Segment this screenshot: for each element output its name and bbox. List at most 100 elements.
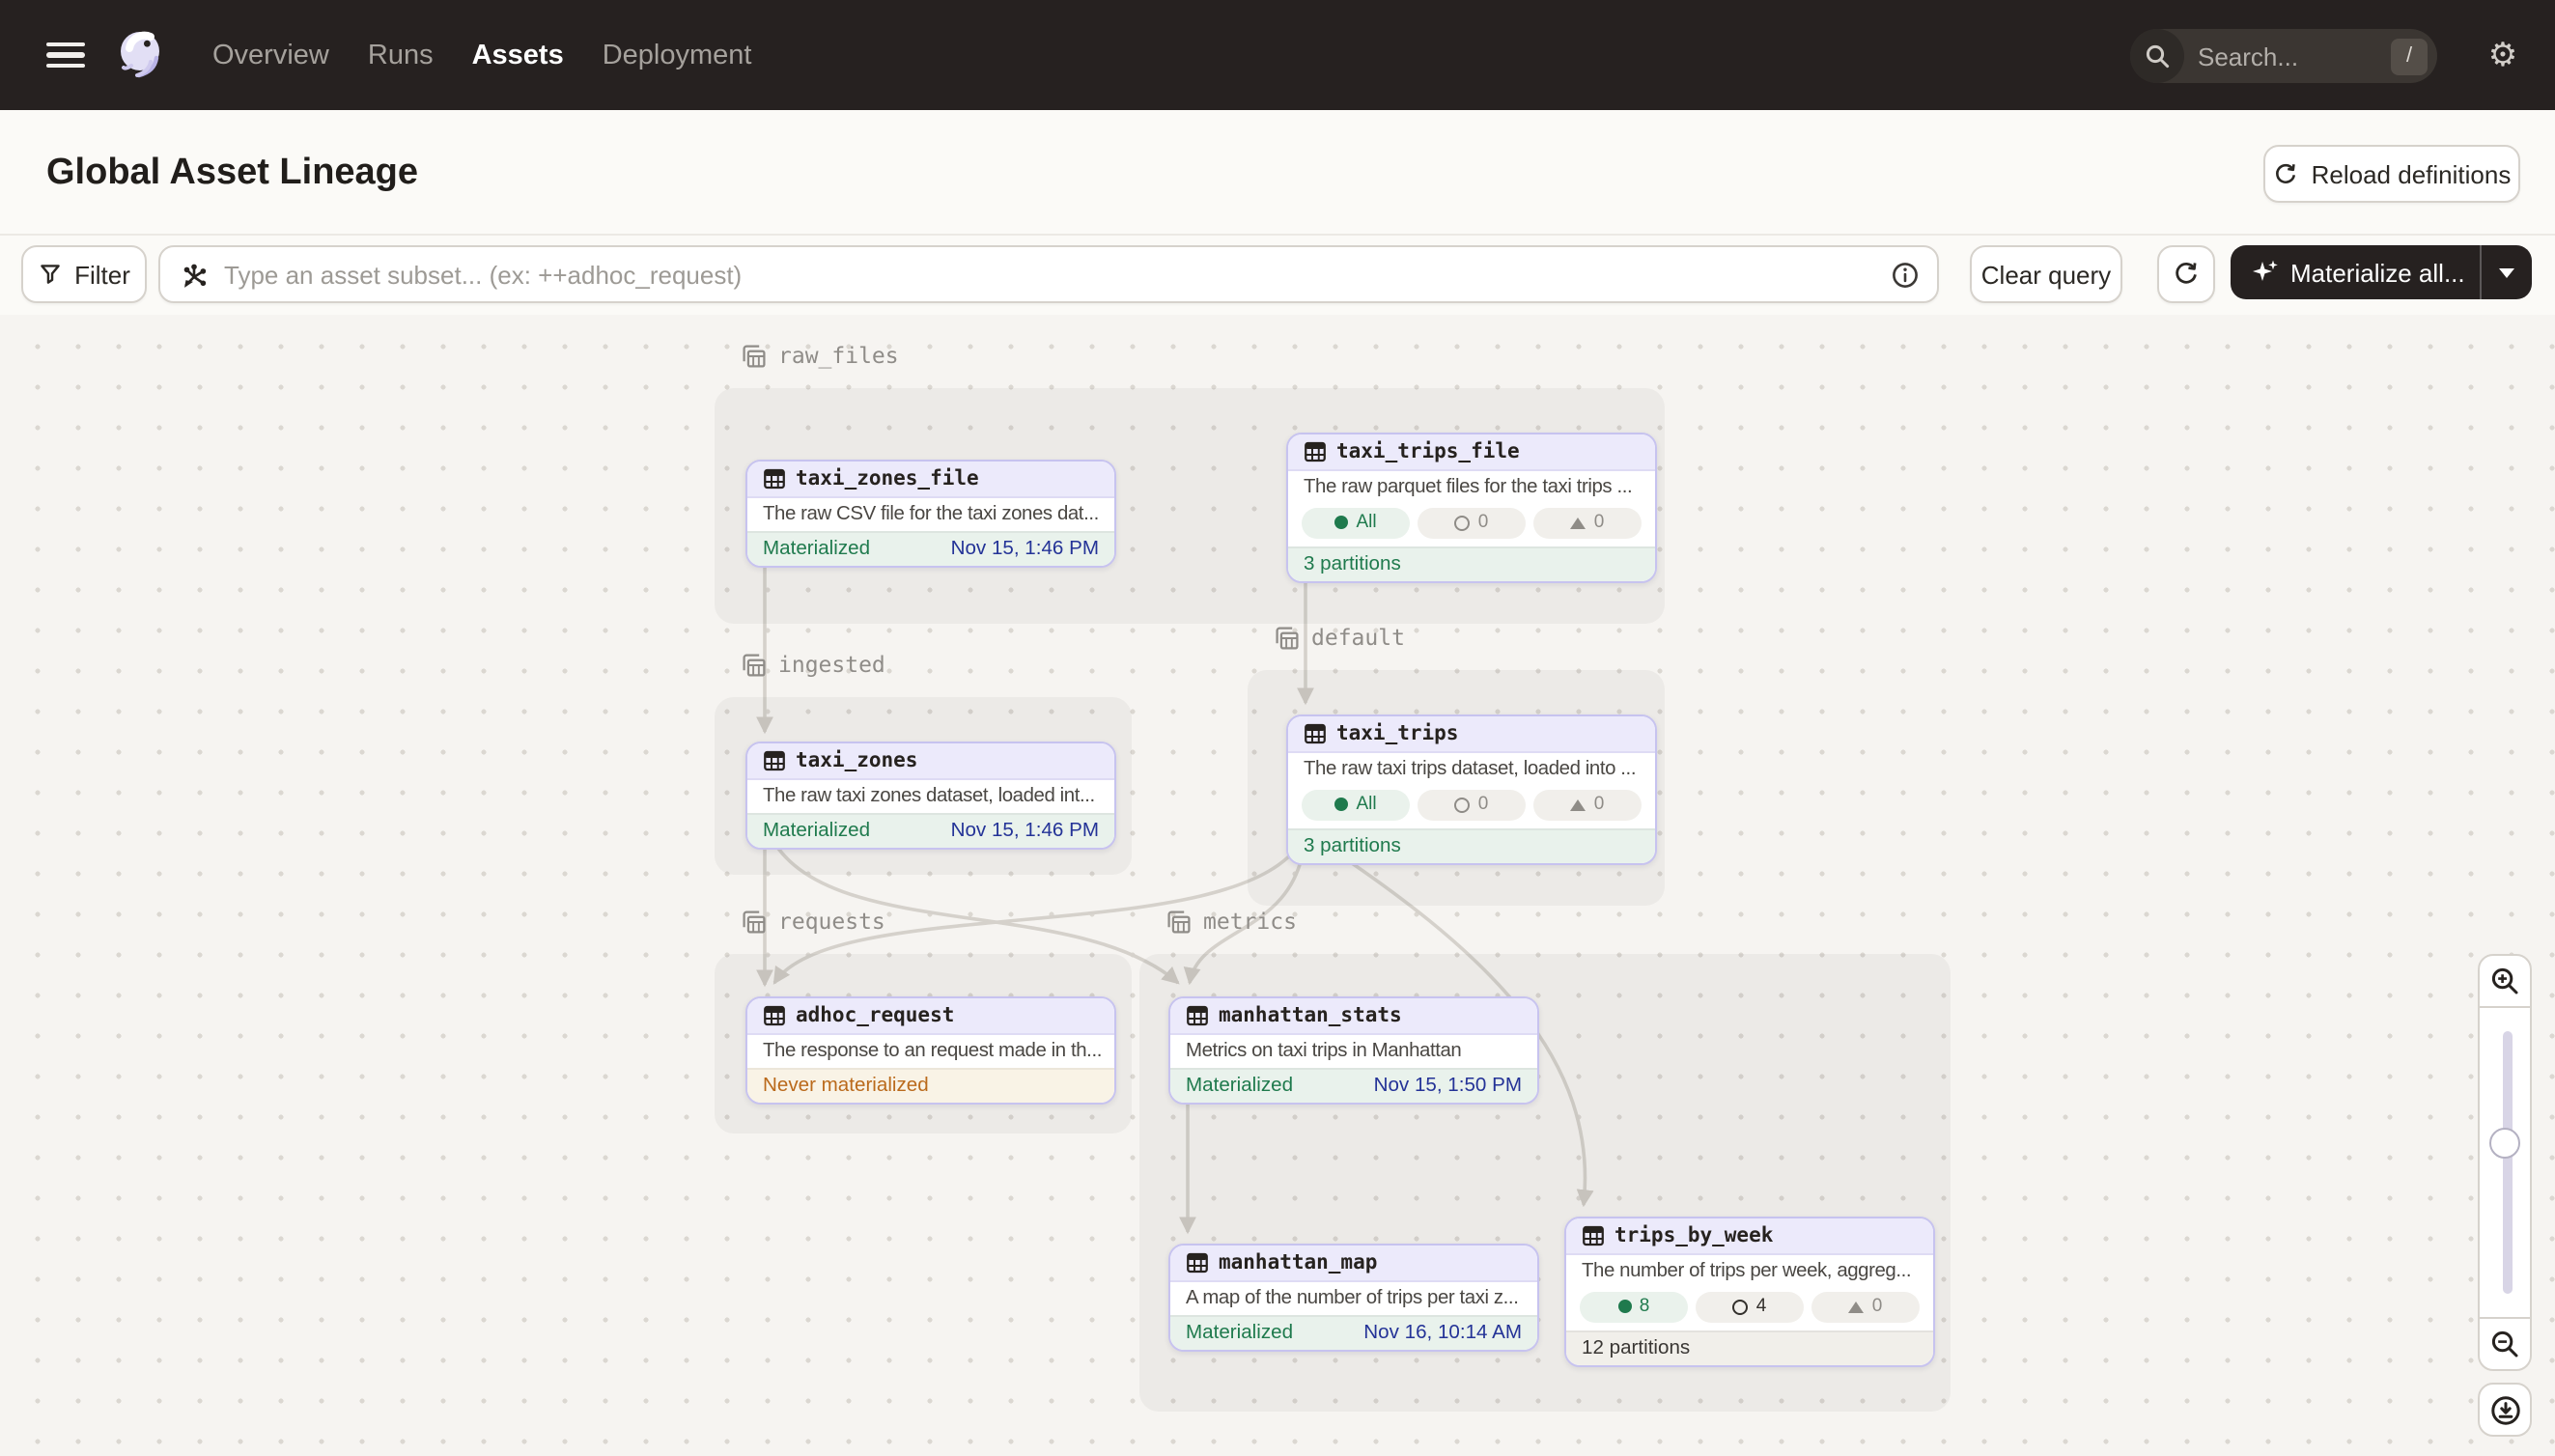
asset-node-taxi_trips_file[interactable]: taxi_trips_file The raw parquet files fo… (1286, 433, 1657, 583)
table-icon (1304, 722, 1327, 745)
materialization-timestamp: Nov 15, 1:50 PM (1374, 1070, 1522, 1103)
table-icon (1304, 440, 1327, 463)
status-badge: Never materialized (763, 1070, 929, 1103)
success-dot-icon (1334, 516, 1348, 529)
missing-ring-icon (1455, 515, 1471, 530)
materialization-timestamp: Nov 15, 1:46 PM (951, 815, 1099, 848)
zoom-slider-track (2502, 1031, 2512, 1294)
partitions-failed-badge: 0 (1533, 507, 1642, 538)
partitions-missing-badge: 4 (1696, 1291, 1804, 1322)
asset-description: The raw taxi zones dataset, loaded int..… (747, 780, 1114, 813)
asset-node-taxi_zones[interactable]: taxi_zones The raw taxi zones dataset, l… (745, 742, 1116, 850)
asset-description: The number of trips per week, aggreg... (1566, 1255, 1933, 1288)
settings-gear-icon[interactable]: ⚙ (2484, 37, 2522, 75)
materialization-timestamp: Nov 16, 10:14 AM (1363, 1317, 1522, 1350)
nav-deployment[interactable]: Deployment (603, 40, 752, 70)
partition-health-badges: All 0 0 (1288, 504, 1655, 546)
partition-health-badges: 8 4 0 (1566, 1288, 1933, 1330)
asset-node-trips_by_week[interactable]: trips_by_week The number of trips per we… (1564, 1217, 1935, 1367)
materialization-timestamp: Nov 15, 1:46 PM (951, 533, 1099, 566)
asset-node-manhattan_map[interactable]: manhattan_map A map of the number of tri… (1168, 1244, 1539, 1352)
asset-status-footer: Materialized Nov 15, 1:50 PM (1170, 1068, 1537, 1103)
asset-name: adhoc_request (796, 1004, 954, 1027)
global-search-input[interactable]: Search... / (2130, 29, 2437, 83)
zoom-slider-thumb[interactable] (2489, 1128, 2520, 1159)
primary-nav: Overview Runs Assets Deployment (212, 40, 751, 70)
nav-runs[interactable]: Runs (368, 40, 434, 70)
asset-node-taxi_trips[interactable]: taxi_trips The raw taxi trips dataset, l… (1286, 714, 1657, 865)
nav-overview[interactable]: Overview (212, 40, 329, 70)
page-title: Global Asset Lineage (46, 153, 418, 195)
status-badge: Materialized (1186, 1070, 1293, 1103)
clear-query-button[interactable]: Clear query (1970, 245, 2122, 303)
asset-description: The raw parquet files for the taxi trips… (1288, 471, 1655, 504)
search-placeholder: Search... (2198, 42, 2391, 70)
materialize-all-split-button: Materialize all... (2231, 245, 2532, 299)
partitions-failed-badge: 0 (1811, 1291, 1920, 1322)
page-header: Global Asset Lineage Reload definitions (0, 110, 2555, 236)
asset-status-footer: Materialized Nov 15, 1:46 PM (747, 531, 1114, 566)
zoom-slider[interactable] (2478, 1008, 2532, 1317)
status-badge: Materialized (763, 815, 870, 848)
partitions-missing-badge: 0 (1418, 507, 1526, 538)
asset-graph-icon (180, 260, 209, 289)
group-label-raw_files[interactable]: raw_files (742, 342, 899, 369)
asset-status-footer: Materialized Nov 15, 1:46 PM (747, 813, 1114, 848)
table-icon (1582, 1224, 1605, 1247)
zoom-out-icon (2489, 1329, 2520, 1359)
partitions-footer: 3 partitions (1288, 546, 1655, 581)
zoom-in-button[interactable] (2478, 954, 2532, 1008)
group-label-default[interactable]: default (1275, 624, 1405, 651)
group-icon (1275, 625, 1300, 650)
filter-funnel-icon (38, 263, 61, 286)
failed-triangle-icon (1849, 1301, 1865, 1312)
download-image-button[interactable] (2478, 1383, 2532, 1437)
asset-description: The raw CSV file for the taxi zones dat.… (747, 498, 1114, 531)
reload-definitions-button[interactable]: Reload definitions (2263, 145, 2520, 203)
partitions-success-badge: All (1302, 789, 1410, 820)
lineage-canvas[interactable]: raw_files ingested default requests metr… (0, 315, 2555, 1456)
group-icon (742, 343, 767, 368)
dagster-logo[interactable] (112, 26, 170, 84)
asset-node-manhattan_stats[interactable]: manhattan_stats Metrics on taxi trips in… (1168, 996, 1539, 1105)
refresh-icon (2273, 161, 2298, 186)
failed-triangle-icon (1571, 517, 1586, 528)
table-icon (763, 749, 786, 772)
asset-subset-query-input[interactable]: Type an asset subset... (ex: ++adhoc_req… (158, 245, 1939, 303)
query-placeholder: Type an asset subset... (ex: ++adhoc_req… (224, 260, 1891, 289)
refresh-icon (2173, 261, 2200, 288)
refresh-graph-button[interactable] (2157, 245, 2215, 303)
hamburger-menu-icon[interactable] (46, 42, 85, 69)
asset-status-footer: Never materialized (747, 1068, 1114, 1103)
group-label-ingested[interactable]: ingested (742, 651, 885, 678)
asset-name: taxi_trips_file (1336, 440, 1520, 463)
table-icon (763, 1004, 786, 1027)
asset-name: taxi_zones (796, 749, 917, 772)
info-icon[interactable] (1891, 260, 1920, 289)
success-dot-icon (1618, 1300, 1632, 1313)
top-nav-bar: Overview Runs Assets Deployment Search..… (0, 0, 2555, 110)
asset-name: taxi_zones_file (796, 467, 979, 490)
search-shortcut-key: / (2391, 38, 2428, 74)
filter-button[interactable]: Filter (21, 245, 147, 303)
asset-description: The raw taxi trips dataset, loaded into … (1288, 753, 1655, 786)
nav-assets[interactable]: Assets (472, 40, 564, 70)
table-icon (1186, 1004, 1209, 1027)
group-label-metrics[interactable]: metrics (1166, 908, 1297, 935)
table-icon (763, 467, 786, 490)
asset-name: trips_by_week (1614, 1224, 1773, 1247)
zoom-out-button[interactable] (2478, 1317, 2532, 1371)
missing-ring-icon (1455, 797, 1471, 812)
partitions-success-badge: 8 (1580, 1291, 1688, 1322)
group-label-requests[interactable]: requests (742, 908, 885, 935)
materialize-options-dropdown[interactable] (2482, 267, 2532, 277)
zoom-controls (2478, 954, 2532, 1437)
asset-node-adhoc_request[interactable]: adhoc_request The response to an request… (745, 996, 1116, 1105)
asset-status-footer: Materialized Nov 16, 10:14 AM (1170, 1315, 1537, 1350)
asset-node-taxi_zones_file[interactable]: taxi_zones_file The raw CSV file for the… (745, 460, 1116, 568)
missing-ring-icon (1733, 1299, 1749, 1314)
materialize-all-button[interactable]: Materialize all... (2231, 258, 2480, 287)
asset-name: manhattan_map (1219, 1251, 1377, 1274)
partitions-success-badge: All (1302, 507, 1410, 538)
sparkle-icon (2250, 259, 2279, 286)
